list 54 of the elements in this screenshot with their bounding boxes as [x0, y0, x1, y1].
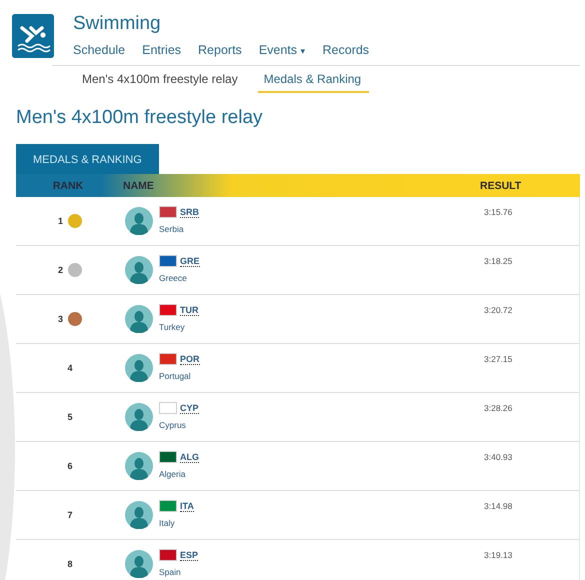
result-time: 3:15.76 [483, 206, 514, 219]
country-name: Algeria [159, 469, 186, 479]
rank-number: 7 [67, 510, 72, 520]
rank-number: 1 [58, 216, 63, 226]
rank-number: 2 [58, 265, 63, 275]
country-name: Turkey [159, 322, 186, 332]
rank-number: 3 [58, 314, 63, 324]
country-name: Spain [159, 567, 182, 577]
country-code-link[interactable]: TUR [180, 304, 198, 316]
nav-link[interactable]: Events ▾ [258, 43, 306, 57]
result-time: 3:20.72 [483, 304, 514, 317]
event-heading: Men's 4x100m freestyle relay [16, 107, 264, 129]
avatar-icon [125, 256, 153, 284]
country-name: Serbia [159, 224, 185, 234]
avatar-icon [125, 305, 153, 333]
nav-link[interactable]: Reports [198, 43, 242, 57]
sub-tab[interactable]: Men's 4x100m freestyle relay [82, 72, 242, 93]
avatar-icon [125, 354, 153, 382]
panel-tab[interactable]: MEDALS & RANKING [16, 144, 159, 174]
result-time: 3:40.93 [483, 451, 514, 464]
sport-title: Swimming [73, 13, 162, 35]
country-name: Cyprus [159, 420, 187, 430]
country-code-link[interactable]: CYP [180, 402, 199, 414]
country-code-link[interactable]: ESP [180, 550, 198, 560]
swimmer-icon[interactable] [12, 14, 54, 58]
country-name: Greece [159, 273, 188, 283]
nav-link[interactable]: Schedule [73, 43, 126, 57]
country-code-link[interactable]: GRE [180, 256, 200, 266]
avatar-icon [125, 403, 153, 431]
country-code-link[interactable]: SRB [180, 206, 200, 218]
nav-link[interactable]: Entries [142, 43, 182, 57]
avatar-icon [125, 452, 153, 480]
nav-link[interactable]: Records [322, 43, 370, 57]
rank-number: 8 [67, 559, 72, 569]
rank-number: 5 [67, 412, 72, 422]
result-time: 3:28.26 [483, 402, 514, 415]
result-time: 3:27.15 [483, 353, 514, 366]
column-header: RANK [52, 180, 84, 192]
column-header: RESULT [480, 180, 522, 192]
country-code-link[interactable]: ALG [180, 452, 199, 462]
avatar-icon [125, 207, 153, 235]
rank-number: 4 [67, 363, 72, 373]
country-name: Portugal [159, 371, 192, 381]
country-name: Italy [159, 518, 176, 528]
result-time: 3:18.25 [483, 255, 514, 268]
country-code-link[interactable]: POR [180, 354, 200, 364]
result-time: 3:14.98 [483, 500, 514, 513]
avatar-icon [125, 550, 153, 578]
rank-number: 6 [67, 461, 72, 471]
result-time: 3:19.13 [483, 549, 514, 562]
column-header: NAME [122, 180, 155, 192]
country-code-link[interactable]: ITA [180, 500, 194, 512]
sub-tab[interactable]: Medals & Ranking [258, 72, 370, 93]
avatar-icon [125, 501, 153, 529]
